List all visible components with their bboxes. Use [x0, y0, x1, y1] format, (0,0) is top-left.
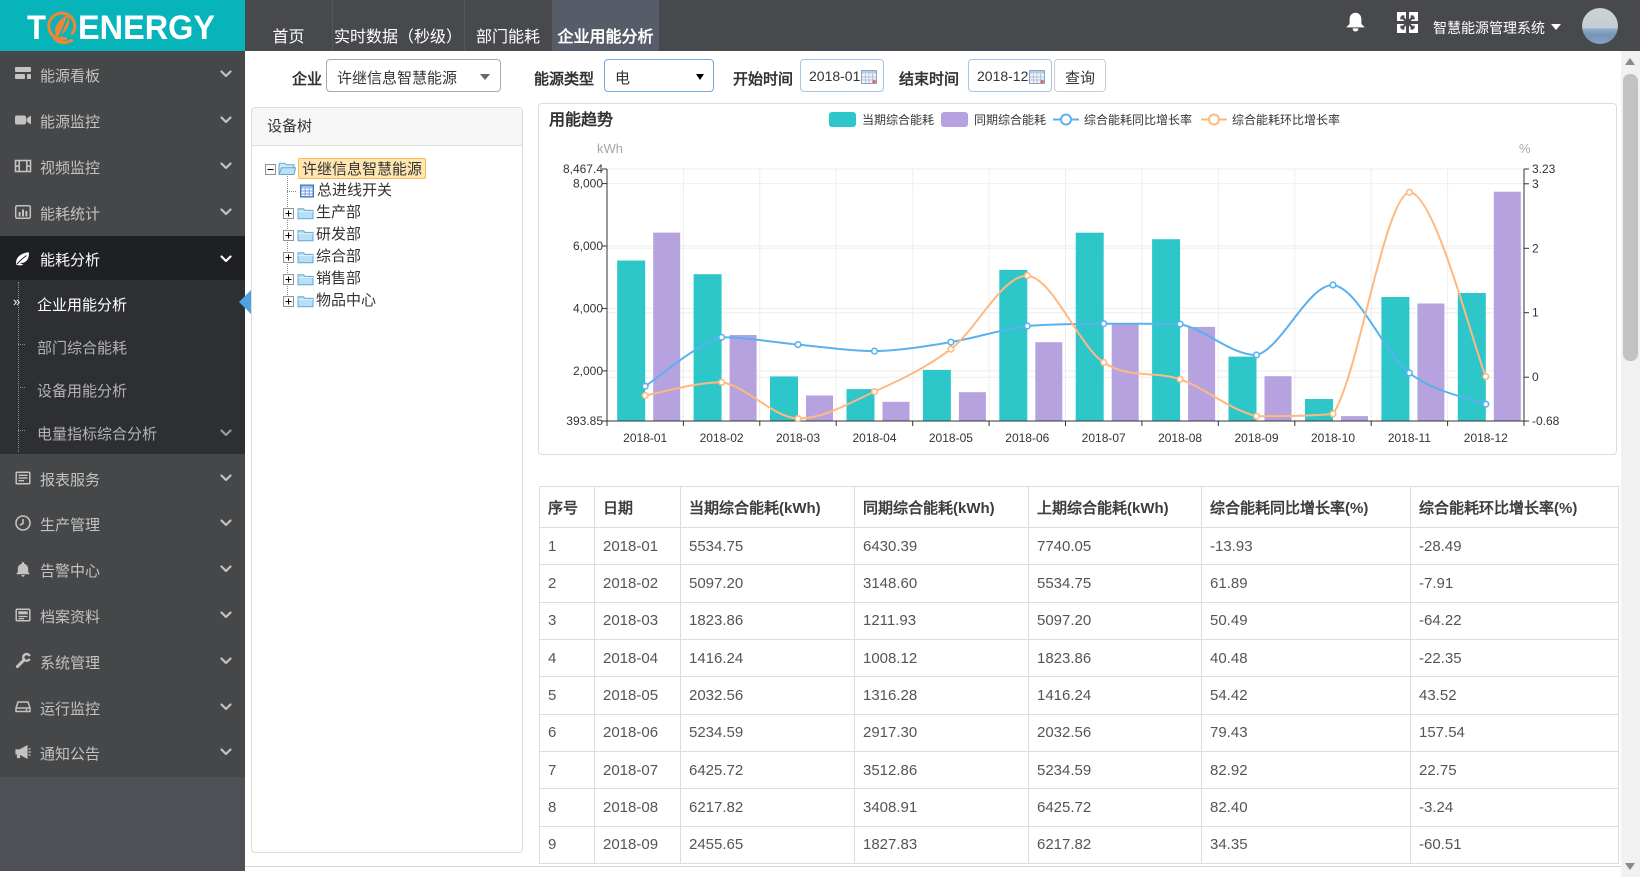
svg-text:同期综合能耗: 同期综合能耗 [974, 112, 1046, 127]
svg-text:综合能耗同比增长率: 综合能耗同比增长率 [1084, 112, 1192, 127]
svg-text:2: 2 [1532, 241, 1539, 255]
svg-text:2018-11: 2018-11 [1388, 431, 1431, 445]
svg-text:2018-07: 2018-07 [1082, 431, 1126, 445]
svg-text:T: T [27, 9, 46, 47]
svg-text:8,000: 8,000 [573, 177, 603, 191]
svg-text:综合能耗环比增长率: 综合能耗环比增长率 [1232, 112, 1340, 127]
svg-text:kWh: kWh [597, 141, 623, 156]
svg-text:2018-08: 2018-08 [1158, 431, 1202, 445]
svg-text:ENERGY: ENERGY [78, 9, 215, 47]
svg-text:2018-05: 2018-05 [929, 431, 973, 445]
svg-text:2,000: 2,000 [573, 364, 603, 378]
svg-text:0: 0 [1532, 370, 1539, 384]
svg-text:2018-02: 2018-02 [700, 431, 744, 445]
svg-text:4,000: 4,000 [573, 301, 603, 315]
svg-text:2018-06: 2018-06 [1005, 431, 1049, 445]
svg-text:-0.68: -0.68 [1532, 414, 1560, 428]
svg-text:2018-01: 2018-01 [623, 431, 667, 445]
svg-text:2018-09: 2018-09 [1234, 431, 1278, 445]
svg-text:用能趋势: 用能趋势 [549, 110, 613, 129]
svg-text:1: 1 [1532, 306, 1539, 320]
svg-text:2018-03: 2018-03 [776, 431, 820, 445]
svg-text:2018-10: 2018-10 [1311, 431, 1355, 445]
svg-text:2018-04: 2018-04 [852, 431, 896, 445]
svg-text:393.85: 393.85 [566, 414, 603, 428]
svg-text:3: 3 [1532, 177, 1539, 191]
svg-text:8,467.4: 8,467.4 [563, 162, 603, 176]
svg-text:2018-12: 2018-12 [1464, 431, 1508, 445]
svg-text:6,000: 6,000 [573, 239, 603, 253]
svg-text:3.23: 3.23 [1532, 162, 1556, 176]
svg-text:%: % [1519, 141, 1531, 156]
svg-text:当期综合能耗: 当期综合能耗 [862, 112, 934, 127]
